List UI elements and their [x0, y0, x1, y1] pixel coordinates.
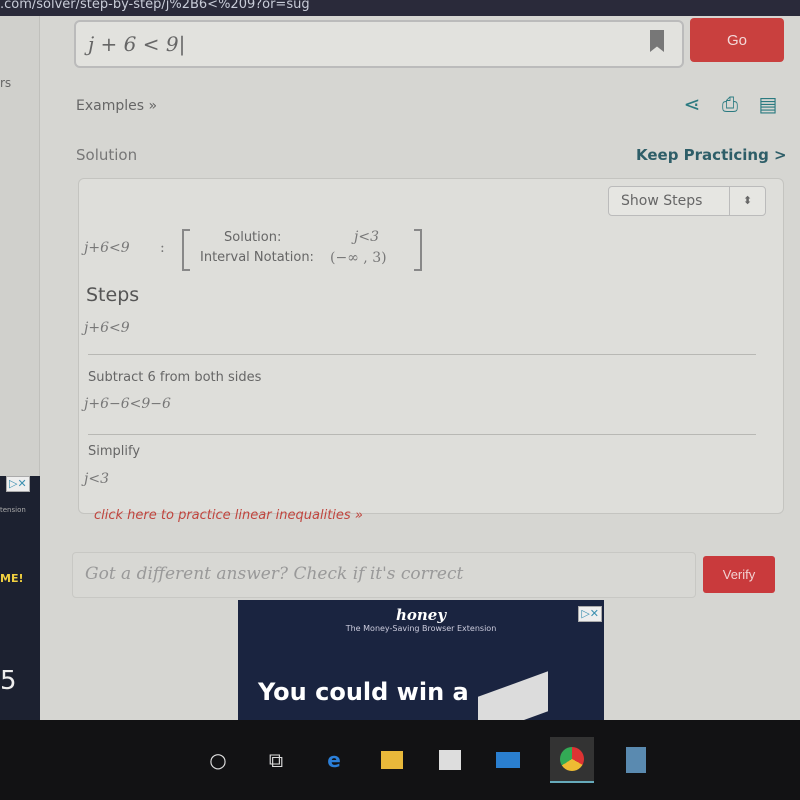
ad-text: tension [0, 506, 26, 514]
step-title: Simplify [88, 444, 141, 459]
task-view-icon[interactable]: ⧉ [260, 744, 292, 776]
share-icon[interactable]: ⋖ [680, 92, 704, 116]
divider [88, 354, 756, 355]
ad-cta: ME! [0, 572, 24, 585]
cortana-icon[interactable]: ○ [202, 744, 234, 776]
ad-tagline: The Money-Saving Browser Extension [345, 624, 497, 633]
ad-close-icon[interactable]: ▷✕ [578, 606, 602, 622]
sidebar-text: rs [0, 76, 12, 90]
step-initial: j+6<9 [84, 320, 130, 336]
ad-headline: You could win a [258, 678, 469, 706]
left-ad[interactable]: ▷✕ tension ME! 5 [0, 476, 40, 721]
right-bracket [414, 229, 422, 271]
practice-link[interactable]: click here to practice linear inequaliti… [94, 508, 363, 523]
show-steps-select[interactable]: Show Steps ⬍ [608, 186, 766, 216]
chrome-icon[interactable] [550, 737, 594, 783]
go-button[interactable]: Go [690, 18, 784, 62]
step-expression: j<3 [84, 471, 109, 487]
equation-input[interactable]: j + 6 < 9| [74, 20, 684, 68]
console-image [478, 671, 548, 722]
colon: : [160, 240, 165, 256]
ad-brand: honey [395, 606, 447, 624]
ad-logo: 5 [0, 666, 17, 696]
steps-heading: Steps [86, 284, 140, 306]
edge-icon[interactable]: e [318, 744, 350, 776]
ad-close-icon[interactable]: ▷✕ [6, 476, 30, 492]
pdf-icon[interactable]: ▤ [756, 92, 780, 116]
equation: j+6<9 [84, 240, 130, 256]
print-icon[interactable]: ⎙ [718, 92, 742, 116]
examples-link[interactable]: Examples » [76, 98, 157, 114]
solution-field-label: Solution: [224, 230, 282, 245]
address-bar[interactable]: .com/solver/step-by-step/j%2B6<%209?or=s… [0, 0, 800, 16]
interval-label: Interval Notation: [200, 250, 314, 265]
honey-ad[interactable]: ▷✕ honey The Money-Saving Browser Extens… [238, 600, 604, 722]
step-title: Subtract 6 from both sides [88, 370, 262, 385]
interval-value: (−∞ , 3) [330, 250, 387, 266]
solution-value: j<3 [354, 229, 379, 245]
check-answer-input[interactable]: Got a different answer? Check if it's co… [72, 552, 696, 598]
url-text: .com/solver/step-by-step/j%2B6<%209?or=s… [0, 0, 310, 12]
step-expression: j+6−6<9−6 [84, 396, 171, 412]
solution-label: Solution [76, 146, 138, 164]
file-explorer-icon[interactable] [376, 744, 408, 776]
store-icon[interactable] [434, 744, 466, 776]
mail-icon[interactable] [492, 744, 524, 776]
keep-practicing-link[interactable]: Keep Practicing > [636, 146, 787, 164]
calculator-icon[interactable] [620, 744, 652, 776]
taskbar: ○ ⧉ e [0, 720, 800, 800]
left-sidebar: rs [0, 16, 40, 476]
left-bracket [182, 229, 190, 271]
select-arrows-icon: ⬍ [729, 187, 765, 215]
verify-button[interactable]: Verify [703, 556, 775, 593]
divider [88, 434, 756, 435]
